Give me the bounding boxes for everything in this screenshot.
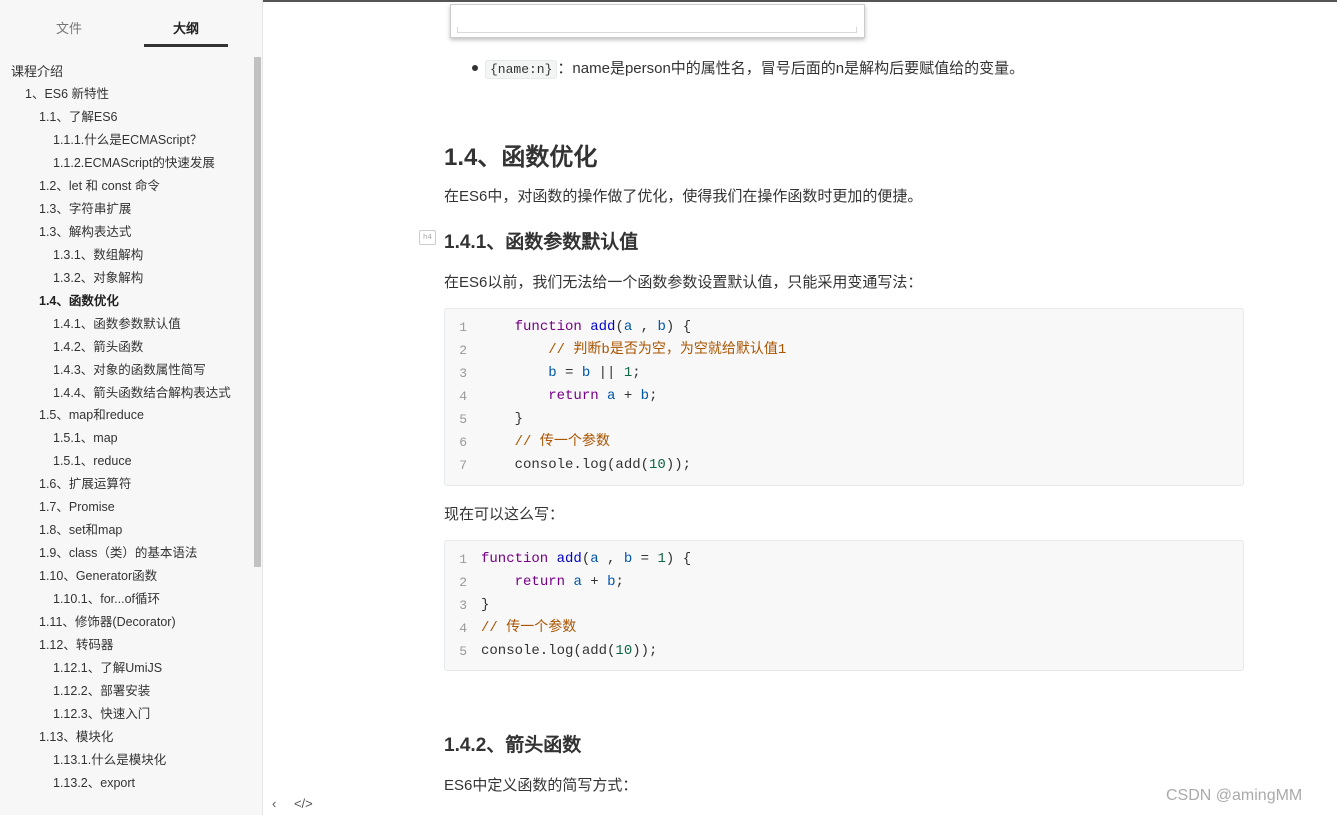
inline-code: {name:n} (485, 60, 558, 79)
code-line: 1 function add(a , b = 1) { (445, 548, 1243, 571)
paragraph-intro: 在ES6中，对函数的操作做了优化，使得我们在操作函数时更加的便捷。 (444, 188, 923, 205)
outline-item[interactable]: 1.13、模块化 (0, 726, 250, 749)
tab-outline[interactable]: 大纲 (144, 18, 228, 37)
outline-item[interactable]: 1.1.2.ECMAScript的快速发展 (0, 152, 250, 175)
code-block-2[interactable]: 1 function add(a , b = 1) {2 return a + b… (444, 540, 1244, 671)
paragraph-arrow: ES6中定义函数的简写方式： (444, 777, 638, 794)
code-line: 6 // 传一个参数 (445, 431, 1243, 454)
code-line: 3 b = b || 1; (445, 362, 1243, 385)
outline-item[interactable]: 1.4.4、箭头函数结合解构表达式 (0, 382, 250, 404)
outline-item[interactable]: 1.8、set和map (0, 519, 250, 542)
code-text[interactable]: b = b || 1; (481, 362, 640, 385)
outline-item[interactable]: 1.4.3、对象的函数属性简写 (0, 359, 250, 382)
outline-item[interactable]: 1.5、map和reduce (0, 404, 250, 427)
watermark: CSDN @amingMM (1166, 787, 1303, 804)
code-text[interactable]: // 传一个参数 (481, 431, 610, 454)
line-number: 5 (459, 644, 467, 659)
outline-item[interactable]: 1.3.2、对象解构 (0, 267, 250, 290)
outline-item[interactable]: 1.10、Generator函数 (0, 565, 250, 588)
outline-item[interactable]: 1.3、字符串扩展 (0, 198, 250, 221)
sidebar-tabs: 文件 大纲 (0, 0, 262, 48)
heading-1-4: 1.4、函数优化 (444, 144, 598, 171)
code-line: 1 function add(a , b) { (445, 316, 1243, 339)
code-text[interactable]: function add(a , b = 1) { (481, 548, 691, 571)
line-number: 7 (459, 458, 467, 473)
outline-item[interactable]: 1.2、let 和 const 命令 (0, 175, 250, 198)
outline-item[interactable]: 1、ES6 新特性 (0, 83, 250, 106)
code-lines: 1 function add(a , b) {2 // 判断b是否为空，为空就给… (445, 316, 1243, 477)
code-line: 2 // 判断b是否为空，为空就给默认值1 (445, 339, 1243, 362)
active-tab-indicator (144, 44, 228, 47)
outline-item[interactable]: 1.1、了解ES6 (0, 106, 250, 129)
outline-scrollbar[interactable] (254, 57, 261, 567)
line-number: 1 (459, 552, 467, 567)
outline-item[interactable]: 1.6、扩展运算符 (0, 473, 250, 496)
outline-item[interactable]: 1.12.3、快速入门 (0, 703, 250, 726)
heading-level-marker[interactable]: h4 (419, 230, 436, 245)
outline-item[interactable]: 1.4.2、箭头函数 (0, 336, 250, 359)
outline-item[interactable]: 1.13.2、export (0, 772, 250, 795)
code-line: 2 return a + b; (445, 571, 1243, 594)
code-text[interactable]: // 传一个参数 (481, 617, 576, 640)
code-line: 7 console.log(add(10)); (445, 454, 1243, 477)
outline-item[interactable]: 1.12.1、了解UmiJS (0, 657, 250, 680)
outline-item[interactable]: 1.9、class（类）的基本语法 (0, 542, 250, 565)
code-text[interactable]: function add(a , b) { (481, 316, 692, 339)
code-text[interactable]: // 判断b是否为空，为空就给默认值1 (481, 339, 786, 362)
outline-item[interactable]: 1.1.1.什么是ECMAScript？ (0, 129, 250, 152)
line-number: 2 (459, 343, 467, 358)
heading-1-4-1: 1.4.1、函数参数默认值 (444, 232, 639, 253)
code-lines: 1 function add(a , b = 1) {2 return a + b… (445, 548, 1243, 663)
outline-item[interactable]: 1.3、解构表达式 (0, 221, 250, 244)
outline-item[interactable]: 1.4.1、函数参数默认值 (0, 313, 250, 336)
image-frame (457, 27, 857, 33)
bullet-text: ：name是person中的属性名，冒号后面的n是解构后要赋值给的变量。 (557, 60, 1025, 77)
outline-item[interactable]: 1.3.1、数组解构 (0, 244, 250, 267)
code-line: 3} (445, 594, 1243, 617)
code-text[interactable]: console.log(add(10)); (481, 454, 691, 477)
code-block-1[interactable]: 1 function add(a , b) {2 // 判断b是否为空，为空就给… (444, 308, 1244, 486)
line-number: 4 (459, 389, 467, 404)
outline-item[interactable]: 1.4、函数优化 (0, 290, 250, 313)
outline-item[interactable]: 课程介绍 (0, 60, 250, 83)
line-number: 3 (459, 598, 467, 613)
heading-1-4-2: 1.4.2、箭头函数 (444, 735, 582, 756)
code-line: 4 return a + b; (445, 385, 1243, 408)
outline-item[interactable]: 1.5.1、reduce (0, 450, 250, 473)
outline-list: 课程介绍 1、ES6 新特性 1.1、了解ES6 1.1.1.什么是ECMAScrip… (0, 60, 250, 795)
outline-item[interactable]: 1.13.1.什么是模块化 (0, 749, 250, 772)
paragraph-now: 现在可以这么写： (444, 506, 565, 523)
bullet-item: {name:n} ：name是person中的属性名，冒号后面的n是解构后要赋值给… (472, 57, 1025, 79)
embedded-image (450, 4, 865, 38)
tab-files[interactable]: 文件 (27, 18, 111, 37)
line-number: 2 (459, 575, 467, 590)
outline-item[interactable]: 1.7、Promise (0, 496, 250, 519)
line-number: 4 (459, 621, 467, 636)
outline-item[interactable]: 1.11、修饰器(Decorator) (0, 611, 250, 634)
bullet-dot (472, 65, 478, 71)
code-text[interactable]: console.log(add(10)); (481, 640, 657, 663)
code-text[interactable]: return a + b; (481, 385, 657, 408)
outline-item[interactable]: 1.12.2、部署安装 (0, 680, 250, 703)
paragraph-before-es6: 在ES6以前，我们无法给一个函数参数设置默认值，只能采用变通写法： (444, 274, 923, 291)
code-line: 5 } (445, 408, 1243, 431)
editor-content[interactable]: {name:n} ：name是person中的属性名，冒号后面的n是解构后要赋值给… (263, 0, 1337, 815)
top-divider (263, 0, 1337, 2)
line-number: 1 (459, 320, 467, 335)
code-text[interactable]: } (481, 408, 523, 431)
line-number: 3 (459, 366, 467, 381)
sidebar: 文件 大纲 课程介绍 1、ES6 新特性 1.1、了解ES6 1.1.1.什么是ECM… (0, 0, 263, 815)
code-text[interactable]: return a + b; (481, 571, 624, 594)
outline-item[interactable]: 1.12、转码器 (0, 634, 250, 657)
code-text[interactable]: } (481, 594, 489, 617)
code-line: 4 // 传一个参数 (445, 617, 1243, 640)
line-number: 6 (459, 435, 467, 450)
line-number: 5 (459, 412, 467, 427)
code-line: 5 console.log(add(10)); (445, 640, 1243, 663)
outline-item[interactable]: 1.10.1、for...of循环 (0, 588, 250, 611)
outline-item[interactable]: 1.5.1、map (0, 427, 250, 450)
